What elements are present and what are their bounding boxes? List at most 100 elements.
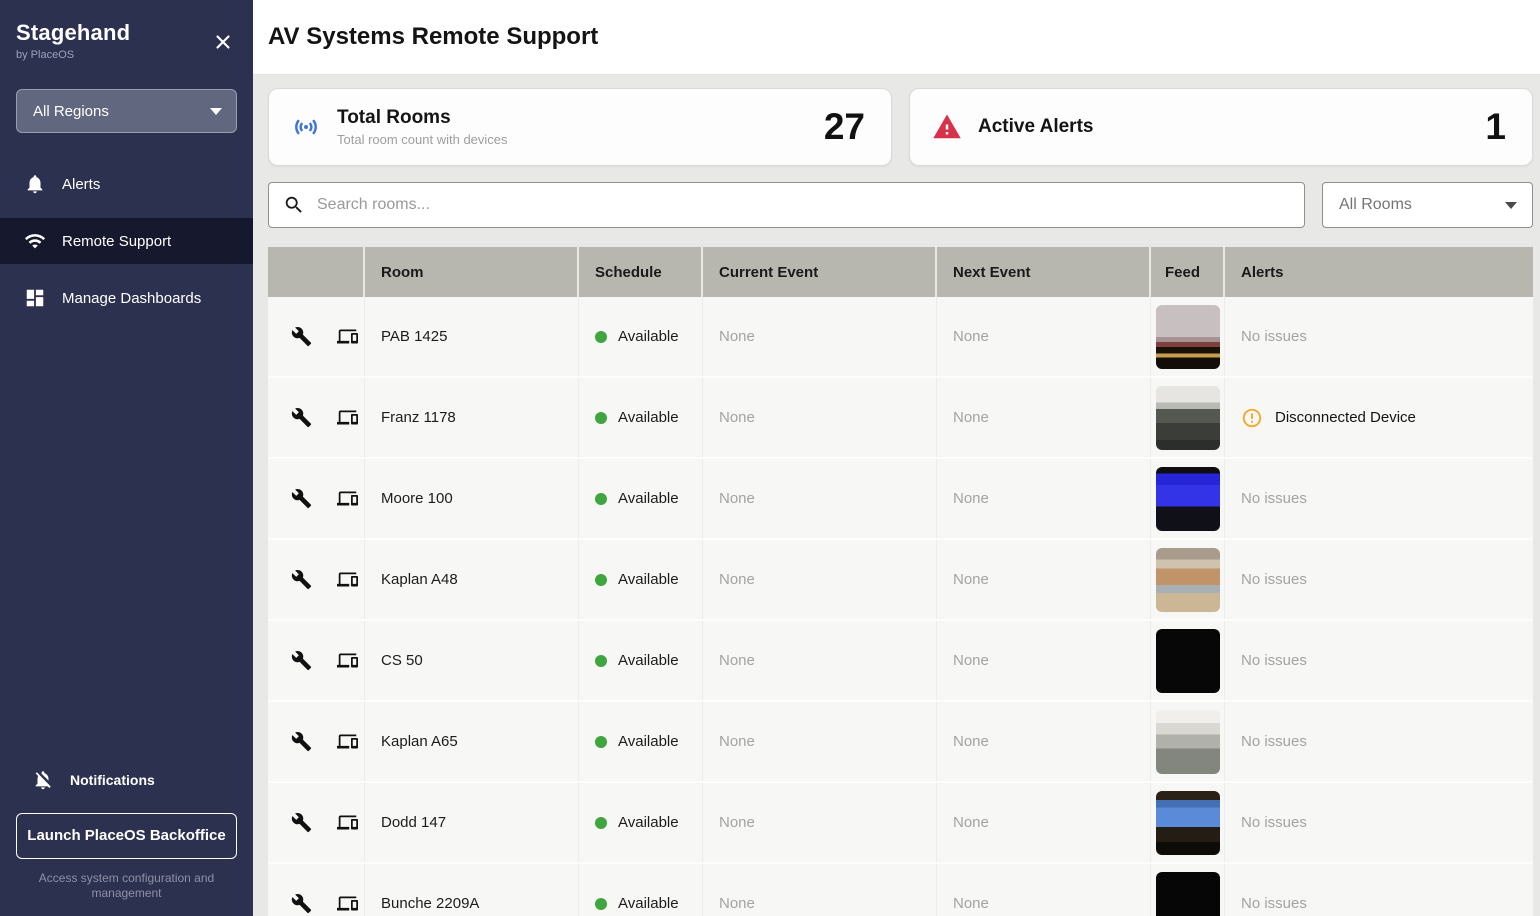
warning-circle-icon — [1241, 407, 1263, 429]
search-box — [268, 182, 1305, 228]
sidebar-item-remote-support[interactable]: Remote Support — [0, 218, 253, 264]
table-row[interactable]: Kaplan A48 Available None None No issues — [268, 540, 1533, 621]
camera-feed-thumbnail[interactable] — [1156, 791, 1220, 855]
wifi-icon — [24, 230, 46, 252]
devices-icon[interactable] — [336, 488, 358, 510]
sidebar-item-manage-dashboards[interactable]: Manage Dashboards — [0, 275, 253, 321]
filter-row: All Rooms — [268, 182, 1533, 228]
notifications-label: Notifications — [70, 772, 155, 788]
settings-wrench-icon[interactable] — [290, 326, 312, 348]
room-name: Dodd 147 — [365, 783, 579, 862]
table-row[interactable]: Franz 1178 Available None None Disconnec… — [268, 378, 1533, 459]
table-header: Room Schedule Current Event Next Event F… — [268, 247, 1533, 297]
brand-title: Stagehand — [16, 20, 237, 46]
devices-icon[interactable] — [336, 731, 358, 753]
room-name: CS 50 — [365, 621, 579, 700]
table-row[interactable]: Dodd 147 Available None None No issues — [268, 783, 1533, 864]
table-row[interactable]: CS 50 Available None None No issues — [268, 621, 1533, 702]
close-sidebar-button[interactable] — [209, 28, 237, 56]
notifications-toggle[interactable]: Notifications — [0, 769, 253, 791]
camera-feed-thumbnail[interactable] — [1156, 386, 1220, 450]
devices-icon[interactable] — [336, 650, 358, 672]
status-dot — [595, 655, 607, 667]
schedule-status: Available — [618, 814, 679, 831]
schedule-status: Available — [618, 571, 679, 588]
alert-status: No issues — [1241, 652, 1307, 669]
total-rooms-value: 27 — [824, 106, 865, 148]
table-row[interactable]: PAB 1425 Available None None No issues — [268, 297, 1533, 378]
active-alerts-card: Active Alerts 1 — [909, 88, 1533, 166]
search-input[interactable] — [268, 182, 1305, 228]
broadcast-icon — [291, 112, 321, 142]
chevron-down-icon — [210, 108, 222, 115]
rooms-table: Room Schedule Current Event Next Event F… — [268, 247, 1533, 916]
current-event: None — [703, 783, 937, 862]
col-next-event: Next Event — [937, 247, 1151, 297]
status-dot — [595, 331, 607, 343]
current-event: None — [703, 864, 937, 916]
room-filter-select[interactable]: All Rooms — [1322, 182, 1533, 228]
room-name: Bunche 2209A — [365, 864, 579, 916]
sidebar-item-label: Remote Support — [62, 233, 171, 250]
status-dot — [595, 493, 607, 505]
bell-icon — [24, 173, 46, 195]
settings-wrench-icon[interactable] — [290, 569, 312, 591]
status-dot — [595, 817, 607, 829]
active-alerts-value: 1 — [1485, 106, 1506, 148]
devices-icon[interactable] — [336, 812, 358, 834]
camera-feed-thumbnail[interactable] — [1156, 629, 1220, 693]
main-area: AV Systems Remote Support Total Rooms — [253, 0, 1540, 916]
region-select-value: All Regions — [33, 103, 109, 120]
warning-triangle-icon — [932, 112, 962, 142]
current-event: None — [703, 702, 937, 781]
search-icon — [283, 194, 305, 216]
table-row[interactable]: Moore 100 Available None None No issues — [268, 459, 1533, 540]
bell-off-icon — [32, 769, 54, 791]
col-feed: Feed — [1151, 247, 1225, 297]
launch-backoffice-button[interactable]: Launch PlaceOS Backoffice — [16, 813, 237, 859]
current-event: None — [703, 459, 937, 538]
stat-title: Total Rooms — [337, 107, 508, 129]
schedule-status: Available — [618, 490, 679, 507]
camera-feed-thumbnail[interactable] — [1156, 467, 1220, 531]
stats-row: Total Rooms Total room count with device… — [268, 88, 1533, 166]
schedule-status: Available — [618, 895, 679, 912]
schedule-status: Available — [618, 733, 679, 750]
devices-icon[interactable] — [336, 569, 358, 591]
room-name: Moore 100 — [365, 459, 579, 538]
settings-wrench-icon[interactable] — [290, 407, 312, 429]
status-dot — [595, 736, 607, 748]
sidebar: Stagehand by PlaceOS All Regions Alerts — [0, 0, 253, 916]
current-event: None — [703, 297, 937, 376]
next-event: None — [937, 297, 1151, 376]
next-event: None — [937, 378, 1151, 457]
table-row[interactable]: Bunche 2209A Available None None No issu… — [268, 864, 1533, 916]
next-event: None — [937, 621, 1151, 700]
devices-icon[interactable] — [336, 407, 358, 429]
devices-icon[interactable] — [336, 326, 358, 348]
room-filter-value: All Rooms — [1339, 196, 1412, 214]
camera-feed-thumbnail[interactable] — [1156, 305, 1220, 369]
camera-feed-thumbnail[interactable] — [1156, 710, 1220, 774]
next-event: None — [937, 864, 1151, 916]
camera-feed-thumbnail[interactable] — [1156, 548, 1220, 612]
sidebar-item-alerts[interactable]: Alerts — [0, 161, 253, 207]
devices-icon[interactable] — [336, 893, 358, 915]
room-name: Kaplan A48 — [365, 540, 579, 619]
settings-wrench-icon[interactable] — [290, 731, 312, 753]
alert-status: No issues — [1241, 733, 1307, 750]
backoffice-hint: Access system configuration and manageme… — [22, 871, 231, 902]
current-event: None — [703, 621, 937, 700]
settings-wrench-icon[interactable] — [290, 650, 312, 672]
table-row[interactable]: Kaplan A65 Available None None No issues — [268, 702, 1533, 783]
schedule-status: Available — [618, 328, 679, 345]
settings-wrench-icon[interactable] — [290, 488, 312, 510]
alert-status: No issues — [1241, 571, 1307, 588]
camera-feed-thumbnail[interactable] — [1156, 872, 1220, 916]
room-name: PAB 1425 — [365, 297, 579, 376]
settings-wrench-icon[interactable] — [290, 893, 312, 915]
alert-status: No issues — [1241, 814, 1307, 831]
region-select[interactable]: All Regions — [16, 89, 237, 133]
col-room: Room — [365, 247, 579, 297]
settings-wrench-icon[interactable] — [290, 812, 312, 834]
